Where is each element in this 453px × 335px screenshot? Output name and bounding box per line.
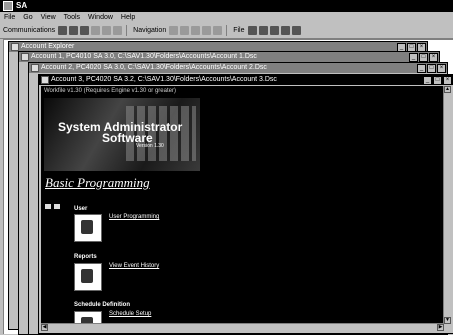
app-title: SA: [16, 1, 28, 10]
window-title: Account 2, PC4020 SA 3.0, C:\SAV1.30\Fol…: [41, 64, 267, 71]
section-user-title: User: [74, 206, 88, 212]
view-event-history-link[interactable]: View Event History: [109, 263, 159, 269]
print-icon[interactable]: [269, 26, 279, 35]
globe-icon[interactable]: [80, 26, 90, 35]
menu-file[interactable]: File: [0, 12, 19, 23]
basic-programming-heading: Basic Programming: [45, 175, 150, 190]
back-icon[interactable]: [180, 26, 190, 35]
communications-label: Communications: [3, 27, 56, 34]
app-window: SA File Go View Tools Window Help Commun…: [0, 0, 453, 335]
minimize-button[interactable]: _: [423, 76, 432, 85]
scroll-down-arrow-icon[interactable]: ▼: [444, 317, 451, 324]
disk-icon[interactable]: [69, 26, 79, 35]
find-icon[interactable]: [258, 26, 268, 35]
window-icon: [31, 64, 39, 72]
stop-icon[interactable]: [102, 26, 112, 35]
scrollbar-corner: [444, 324, 451, 331]
window-controls: _ □ ×: [408, 53, 438, 62]
product-banner: System Administrator Software Version 1.…: [44, 98, 200, 171]
window-icon: [41, 76, 49, 84]
maximize-button[interactable]: □: [427, 64, 436, 73]
close-button[interactable]: ×: [437, 64, 446, 73]
menu-bar: File Go View Tools Window Help: [0, 12, 453, 23]
save-icon[interactable]: [247, 26, 257, 35]
window-title: Account Explorer: [21, 43, 75, 50]
scroll-up-arrow-icon[interactable]: ▲: [444, 86, 451, 93]
account-3-window[interactable]: Account 3, PC4020 SA 3.2, C:\SAV1.30\Fol…: [38, 74, 453, 334]
document-icon[interactable]: [291, 26, 301, 35]
toolbar-divider: [226, 25, 228, 36]
print-preview-icon[interactable]: [280, 26, 290, 35]
scroll-right-arrow-icon[interactable]: ▶: [437, 324, 444, 331]
close-button[interactable]: ×: [429, 53, 438, 62]
user-programming-icon[interactable]: [74, 214, 102, 242]
workfile-version-note: Workfile v1.30 (Requires Engine v1.30 or…: [44, 88, 176, 94]
section-schedule-title: Schedule Definition: [74, 302, 131, 308]
home-icon[interactable]: [169, 26, 179, 35]
window-controls: _ □ ×: [416, 64, 446, 73]
menu-go[interactable]: Go: [19, 12, 36, 23]
refresh-icon[interactable]: [91, 26, 101, 35]
minimize-button[interactable]: _: [409, 53, 418, 62]
window-title: Account 1, PC4010 SA 3.0, C:\SAV1.30\Fol…: [31, 53, 257, 60]
toolbar-divider: [126, 25, 128, 36]
user-programming-link[interactable]: User Programming: [109, 214, 159, 220]
section-reports-title: Reports: [74, 254, 97, 260]
mdi-workspace: Account Explorer _ □ × Account 1, PC4010 S…: [3, 39, 453, 335]
scroll-left-arrow-icon[interactable]: ◀: [41, 324, 48, 331]
menu-tools[interactable]: Tools: [60, 12, 84, 23]
file-label: File: [233, 27, 245, 34]
window-title-bar[interactable]: Account 2, PC4020 SA 3.0, C:\SAV1.30\Fol…: [29, 63, 447, 73]
vertical-scrollbar[interactable]: ▲ ▼: [443, 86, 451, 324]
menu-window[interactable]: Window: [84, 12, 117, 23]
close-icon[interactable]: [113, 26, 123, 35]
horizontal-scrollbar[interactable]: ◀ ▶: [41, 323, 444, 331]
maximize-button[interactable]: □: [433, 76, 442, 85]
banner-version: Version 1.30: [136, 143, 164, 149]
reports-icon[interactable]: [74, 263, 102, 291]
app-icon: [3, 1, 13, 11]
window-icon: [11, 43, 19, 51]
schedule-setup-link[interactable]: Schedule Setup: [109, 311, 151, 317]
navigation-label: Navigation: [133, 27, 167, 34]
menu-view[interactable]: View: [37, 12, 60, 23]
last-page-icon[interactable]: [213, 26, 223, 35]
window-title: Account 3, PC4020 SA 3.2, C:\SAV1.30\Fol…: [51, 76, 277, 83]
app-title-bar: SA: [0, 0, 453, 12]
minimize-button[interactable]: _: [417, 64, 426, 73]
maximize-button[interactable]: □: [419, 53, 428, 62]
tree-node-icon: [54, 204, 60, 209]
first-page-icon[interactable]: [202, 26, 212, 35]
tree-node-icon: [45, 204, 51, 209]
account-3-content: Workfile v1.30 (Requires Engine v1.30 or…: [41, 86, 451, 331]
window-controls: _ □ ×: [422, 76, 452, 85]
forward-icon[interactable]: [191, 26, 201, 35]
close-button[interactable]: ×: [443, 76, 452, 85]
window-title-bar[interactable]: Account 3, PC4020 SA 3.2, C:\SAV1.30\Fol…: [39, 75, 453, 85]
connect-icon[interactable]: [58, 26, 68, 35]
window-title-bar[interactable]: Account 1, PC4010 SA 3.0, C:\SAV1.30\Fol…: [19, 52, 439, 62]
menu-help[interactable]: Help: [117, 12, 139, 23]
toolbar: Communications Navigation File: [0, 23, 453, 39]
window-icon: [21, 53, 29, 61]
